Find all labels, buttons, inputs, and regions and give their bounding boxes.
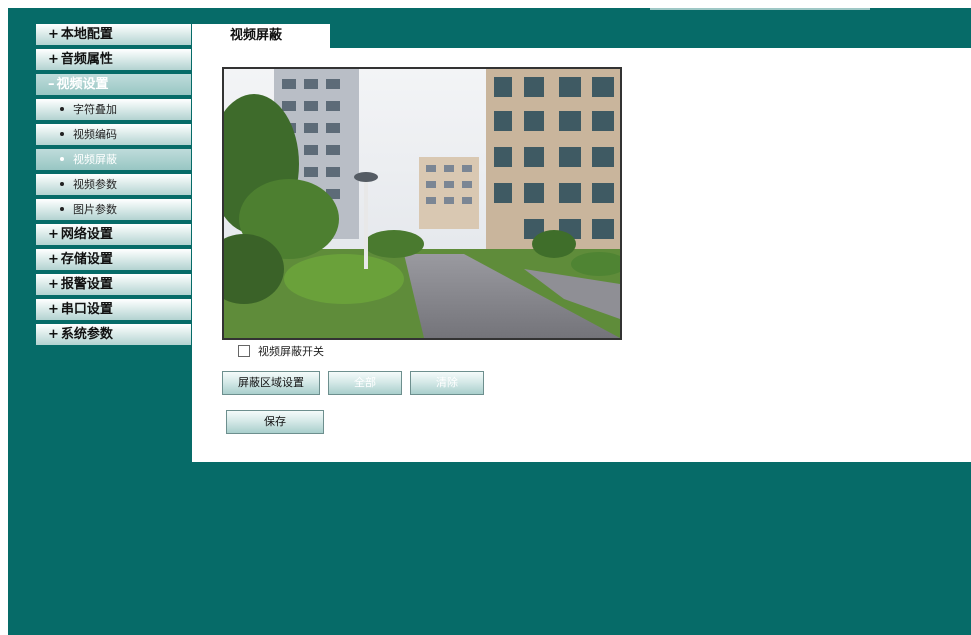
- bullet-icon: [60, 157, 64, 161]
- sidebar-subitem-label: 视频编码: [73, 128, 117, 141]
- sidebar-nav: + 本地配置 + 音频属性 – 视频设置 字符叠加 视频编码 视频屏蔽 视频参数 图片…: [36, 24, 191, 349]
- tab-video-mask[interactable]: 视频屏蔽: [192, 24, 330, 48]
- sidebar-item-local-config[interactable]: + 本地配置: [36, 24, 191, 45]
- video-mask-checkbox-label: 视频屏蔽开关: [258, 345, 324, 358]
- video-preview[interactable]: [222, 67, 622, 340]
- sidebar-item-label: 网络设置: [60, 227, 113, 242]
- video-mask-toggle[interactable]: 视频屏蔽开关: [238, 344, 324, 360]
- top-divider: [650, 8, 870, 10]
- content-panel: 视频屏蔽开关 屏蔽区域设置 全部 清除 保存: [192, 48, 971, 462]
- sidebar-item-network[interactable]: + 网络设置: [36, 224, 191, 245]
- sidebar-subitem-video-params[interactable]: 视频参数: [36, 174, 191, 195]
- sidebar-subitem-label: 视频屏蔽: [73, 153, 117, 166]
- mask-area-button[interactable]: 屏蔽区域设置: [222, 371, 320, 395]
- sidebar-item-audio[interactable]: + 音频属性: [36, 49, 191, 70]
- expand-icon: +: [48, 327, 59, 342]
- sidebar-item-label: 存储设置: [60, 252, 113, 267]
- expand-icon: +: [48, 227, 59, 242]
- expand-icon: +: [48, 302, 59, 317]
- video-mask-checkbox[interactable]: [238, 345, 250, 357]
- sidebar-item-label: 报警设置: [60, 277, 113, 292]
- sidebar-item-storage[interactable]: + 存储设置: [36, 249, 191, 270]
- sidebar-item-label: 系统参数: [60, 327, 113, 342]
- bullet-icon: [60, 207, 64, 211]
- expand-icon: +: [48, 27, 59, 42]
- sidebar-subitem-encoding[interactable]: 视频编码: [36, 124, 191, 145]
- sidebar-item-label: 串口设置: [60, 302, 113, 317]
- expand-icon: +: [48, 52, 59, 67]
- save-button[interactable]: 保存: [226, 410, 324, 434]
- sidebar-item-video-settings[interactable]: – 视频设置: [36, 74, 191, 95]
- sidebar-item-label: 本地配置: [60, 27, 113, 42]
- video-frame-image: [224, 69, 620, 338]
- bullet-icon: [60, 107, 64, 111]
- select-all-button[interactable]: 全部: [328, 371, 402, 395]
- sidebar-subitem-osd[interactable]: 字符叠加: [36, 99, 191, 120]
- collapse-icon: –: [48, 77, 55, 92]
- bullet-icon: [60, 182, 64, 186]
- sidebar-subitem-label: 图片参数: [73, 203, 117, 216]
- sidebar-item-label: 视频设置: [56, 77, 109, 92]
- expand-icon: +: [48, 252, 59, 267]
- sidebar-item-label: 音频属性: [60, 52, 113, 67]
- sidebar-subitem-image-params[interactable]: 图片参数: [36, 199, 191, 220]
- expand-icon: +: [48, 277, 59, 292]
- sidebar-subitem-label: 视频参数: [73, 178, 117, 191]
- bullet-icon: [60, 132, 64, 136]
- clear-button[interactable]: 清除: [410, 371, 484, 395]
- sidebar-item-alarm[interactable]: + 报警设置: [36, 274, 191, 295]
- sidebar-subitem-video-mask[interactable]: 视频屏蔽: [36, 149, 191, 170]
- sidebar-item-system[interactable]: + 系统参数: [36, 324, 191, 345]
- sidebar-item-serial[interactable]: + 串口设置: [36, 299, 191, 320]
- sidebar-subitem-label: 字符叠加: [73, 103, 117, 116]
